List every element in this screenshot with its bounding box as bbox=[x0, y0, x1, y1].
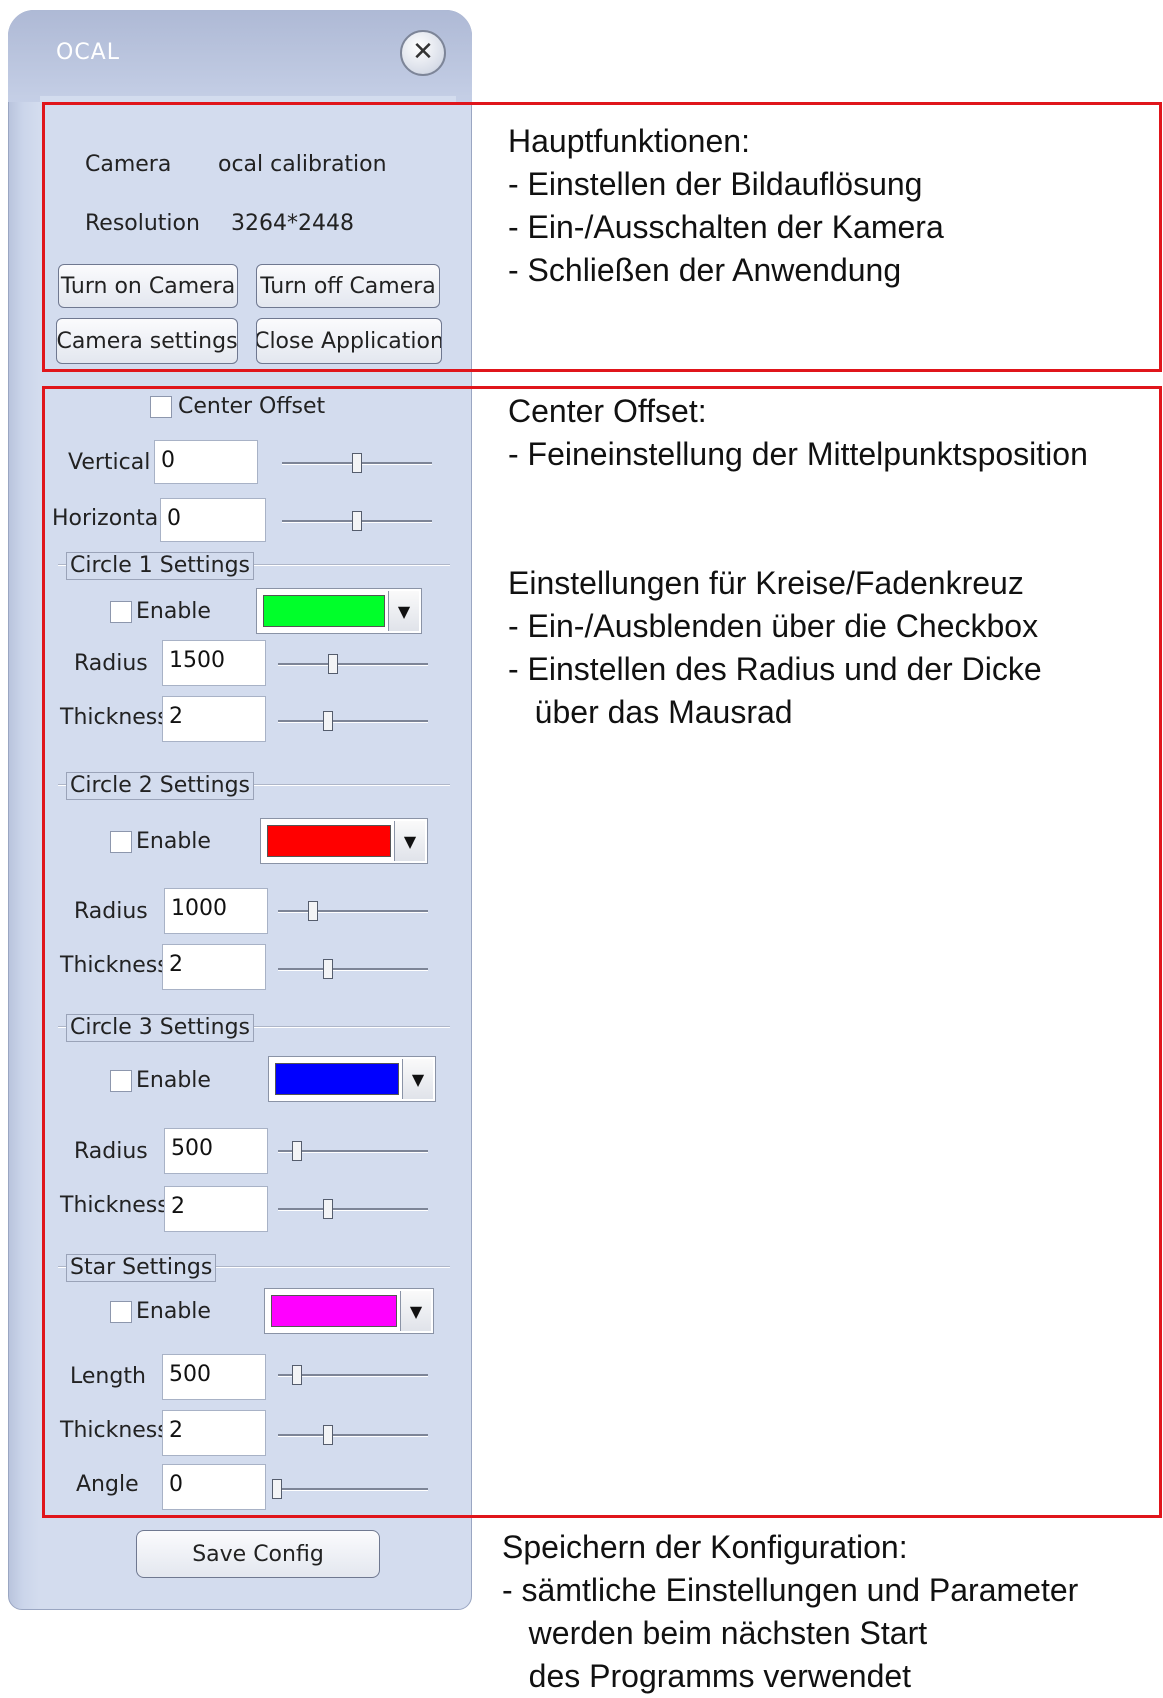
window-title: OCAL bbox=[56, 40, 120, 65]
save-config-annotation: Speichern der Konfiguration: - sämtliche… bbox=[502, 1526, 1078, 1698]
save-config-item: - sämtliche Einstellungen und Parameter bbox=[502, 1572, 1079, 1608]
main-functions-annotation: Hauptfunktionen: - Einstellen der Bildau… bbox=[508, 120, 944, 292]
main-functions-item: - Einstellen der Bildauflösung bbox=[508, 166, 923, 202]
circles-annotation: Einstellungen für Kreise/Fadenkreuz - Ei… bbox=[508, 562, 1042, 734]
circles-item: - Einstellen des Radius und der Dicke bbox=[508, 651, 1042, 687]
settings-highlight-box bbox=[42, 386, 1162, 1518]
close-window-button[interactable]: ✕ bbox=[400, 30, 446, 76]
center-offset-item: - Feineinstellung der Mittelpunktspositi… bbox=[508, 436, 1088, 472]
main-functions-item: - Ein-/Ausschalten der Kamera bbox=[508, 209, 944, 245]
main-functions-item: - Schließen der Anwendung bbox=[508, 252, 902, 288]
save-config-title: Speichern der Konfiguration: bbox=[502, 1529, 908, 1565]
circles-item: - Ein-/Ausblenden über die Checkbox bbox=[508, 608, 1039, 644]
main-functions-title: Hauptfunktionen: bbox=[508, 123, 750, 159]
save-config-item: werden beim nächsten Start bbox=[502, 1615, 928, 1651]
save-config-item: des Programms verwendet bbox=[502, 1658, 912, 1694]
close-icon: ✕ bbox=[412, 37, 434, 67]
circles-title: Einstellungen für Kreise/Fadenkreuz bbox=[508, 565, 1024, 601]
circles-item: über das Mausrad bbox=[508, 694, 793, 730]
center-offset-title: Center Offset: bbox=[508, 393, 707, 429]
center-offset-annotation: Center Offset: - Feineinstellung der Mit… bbox=[508, 390, 1088, 476]
save-config-button[interactable]: Save Config bbox=[136, 1530, 380, 1578]
